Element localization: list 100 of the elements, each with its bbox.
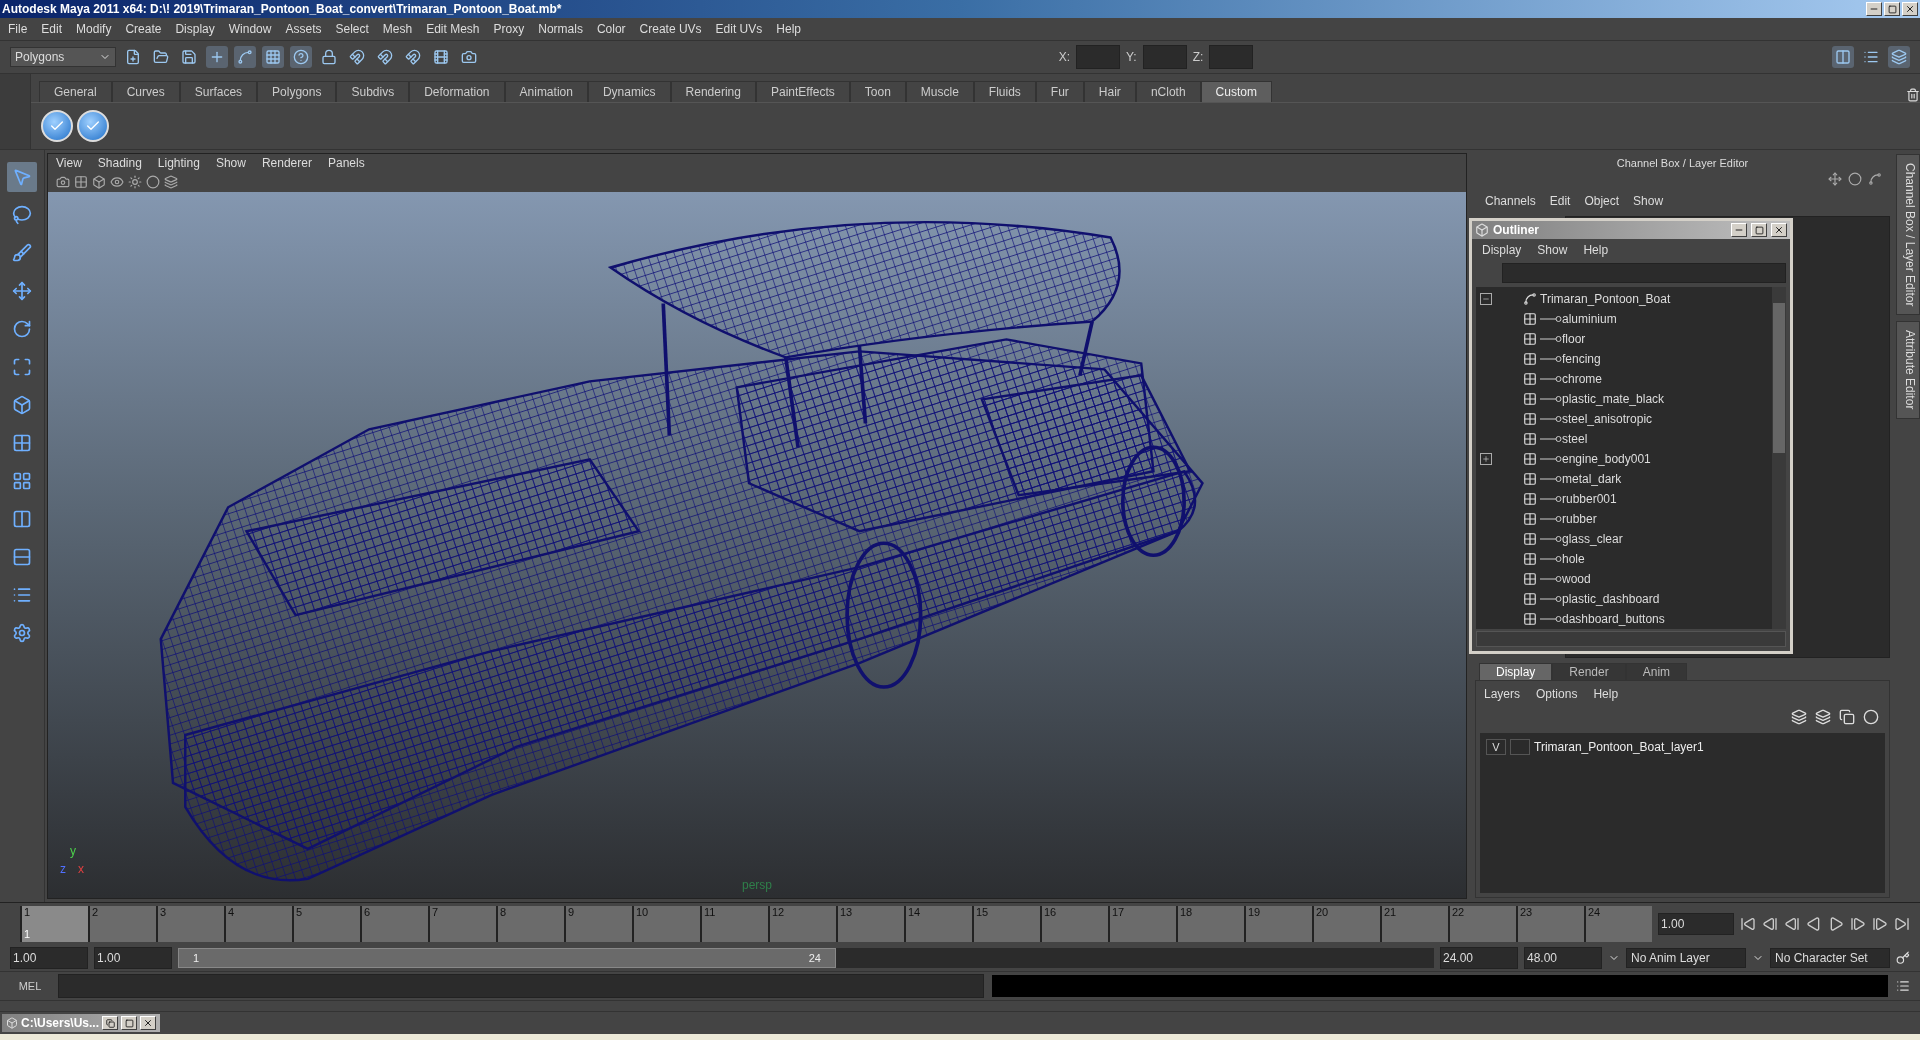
curve-icon[interactable] [237, 49, 253, 65]
script-editor-icon[interactable] [1896, 979, 1910, 993]
minimize-button[interactable] [1731, 223, 1747, 237]
help-icon[interactable] [293, 49, 309, 65]
vertical-scrollbar[interactable] [1772, 287, 1786, 629]
rotate-icon[interactable] [12, 319, 32, 339]
next-key-icon[interactable] [1850, 916, 1866, 932]
channel-box-menu-item[interactable]: Object [1584, 194, 1620, 212]
mesh-icon[interactable] [1523, 392, 1537, 406]
layers-icon[interactable] [164, 175, 178, 189]
side-tab[interactable]: Channel Box / Layer Editor [1896, 154, 1920, 316]
film-icon[interactable] [433, 49, 449, 65]
range-slider[interactable]: 1 24 [178, 948, 836, 968]
cube-icon[interactable] [92, 175, 106, 189]
shelf-tab[interactable]: PaintEffects [755, 81, 850, 102]
maximize-button[interactable] [121, 1016, 138, 1030]
tree-item[interactable]: plastic_mate_black [1562, 392, 1665, 406]
open-folder-icon[interactable] [153, 49, 169, 65]
mesh-icon[interactable] [1523, 612, 1537, 626]
mode-dropdown[interactable]: Polygons [10, 47, 116, 67]
maximize-button[interactable] [1751, 223, 1767, 237]
visibility-toggle[interactable]: V [1486, 739, 1506, 755]
move-icon[interactable] [12, 281, 32, 301]
tree-item[interactable]: hole [1562, 552, 1585, 566]
command-input[interactable] [58, 974, 984, 998]
grid-icon[interactable] [265, 49, 281, 65]
trash-icon[interactable] [1906, 88, 1920, 102]
tree-item[interactable]: steel_anisotropic [1562, 412, 1653, 426]
maya-logo-icon[interactable] [1475, 223, 1489, 237]
step-forward-icon[interactable] [1872, 916, 1888, 932]
menu-item[interactable]: Mesh [382, 22, 413, 36]
end-time-field[interactable]: 48.00 [1524, 947, 1602, 969]
layer-name[interactable]: Trimaran_Pontoon_Boat_layer1 [1534, 740, 1704, 754]
shelf-tab[interactable]: Rendering [670, 81, 756, 102]
maya-logo-icon[interactable] [6, 1017, 18, 1029]
close-button[interactable] [1902, 2, 1918, 16]
tree-item[interactable]: rubber [1562, 512, 1597, 526]
list-icon[interactable] [12, 585, 32, 605]
menu-item[interactable]: Assets [285, 22, 322, 36]
magnet-icon[interactable] [349, 49, 365, 65]
menu-item[interactable]: Normals [538, 22, 583, 36]
maximize-button[interactable] [1884, 2, 1900, 16]
menu-item[interactable]: Edit Mesh [426, 22, 480, 36]
expand-icon[interactable] [1480, 453, 1492, 465]
mesh-icon[interactable] [1523, 432, 1537, 446]
mesh-icon[interactable] [1523, 512, 1537, 526]
channel-box-menu-item[interactable]: Edit [1549, 194, 1571, 212]
list-icon[interactable] [1863, 49, 1879, 65]
close-button[interactable] [1771, 223, 1787, 237]
mesh-icon[interactable] [1523, 452, 1537, 466]
channel-box-menu-item[interactable]: Show [1633, 194, 1664, 212]
tree-item[interactable]: engine_body001 [1562, 452, 1651, 466]
camera-icon[interactable] [461, 49, 477, 65]
menu-item[interactable]: Help [776, 22, 801, 36]
command-language-label[interactable]: MEL [10, 980, 50, 992]
shelf-tab[interactable]: Fluids [973, 81, 1036, 102]
restore-button[interactable] [102, 1016, 119, 1030]
mesh-icon[interactable] [1523, 532, 1537, 546]
shelf-tab[interactable]: Hair [1083, 81, 1136, 102]
play-backward-icon[interactable] [1806, 916, 1822, 932]
viewport-menu-item[interactable]: View [56, 156, 82, 170]
menu-item[interactable]: File [8, 22, 28, 36]
shelf-tab[interactable]: Animation [504, 81, 588, 102]
tree-item[interactable]: glass_clear [1562, 532, 1623, 546]
cube-icon[interactable] [12, 395, 32, 415]
tree-item[interactable]: chrome [1562, 372, 1602, 386]
mesh-icon[interactable] [1523, 412, 1537, 426]
shelf-handle[interactable] [0, 74, 31, 149]
mesh-icon[interactable] [1523, 472, 1537, 486]
menu-item[interactable]: Color [596, 22, 626, 36]
mesh-icon[interactable] [1523, 312, 1537, 326]
step-back-icon[interactable] [1762, 916, 1778, 932]
shelf-tab[interactable]: Polygons [257, 81, 337, 102]
go-to-end-icon[interactable] [1894, 916, 1910, 932]
new-file-icon[interactable] [125, 49, 141, 65]
scale-icon[interactable] [12, 357, 32, 377]
side-tab[interactable]: Attribute Editor [1896, 321, 1920, 419]
shelf-tab[interactable]: Toon [849, 81, 906, 102]
viewport-menu-item[interactable]: Renderer [261, 156, 312, 170]
tree-item[interactable]: dashboard_buttons [1562, 612, 1665, 626]
coordinate-field[interactable] [1142, 45, 1187, 69]
mesh-icon[interactable] [1523, 572, 1537, 586]
coordinate-field[interactable] [1209, 45, 1254, 69]
menu-item[interactable]: Edit [41, 22, 63, 36]
shelf-tab[interactable]: Curves [111, 81, 180, 102]
outliner-menu-item[interactable]: Show [1537, 243, 1568, 257]
start-time-field[interactable]: 1.00 [10, 947, 88, 969]
tree-item[interactable]: aluminium [1562, 312, 1617, 326]
template-toggle[interactable] [1510, 739, 1530, 755]
menu-item[interactable]: Proxy [493, 22, 525, 36]
layer-menu-item[interactable]: Layers [1484, 687, 1521, 701]
plus-icon[interactable] [209, 49, 225, 65]
lasso-icon[interactable] [12, 205, 32, 225]
sun-icon[interactable] [128, 175, 142, 189]
outliner-menu-item[interactable]: Help [1583, 243, 1609, 257]
grid-icon[interactable] [12, 433, 32, 453]
tree-item[interactable]: Trimaran_Pontoon_Boat [1540, 292, 1671, 306]
menu-item[interactable]: Edit UVs [715, 22, 763, 36]
viewport-menu-item[interactable]: Shading [97, 156, 142, 170]
tree-item[interactable]: fencing [1562, 352, 1601, 366]
